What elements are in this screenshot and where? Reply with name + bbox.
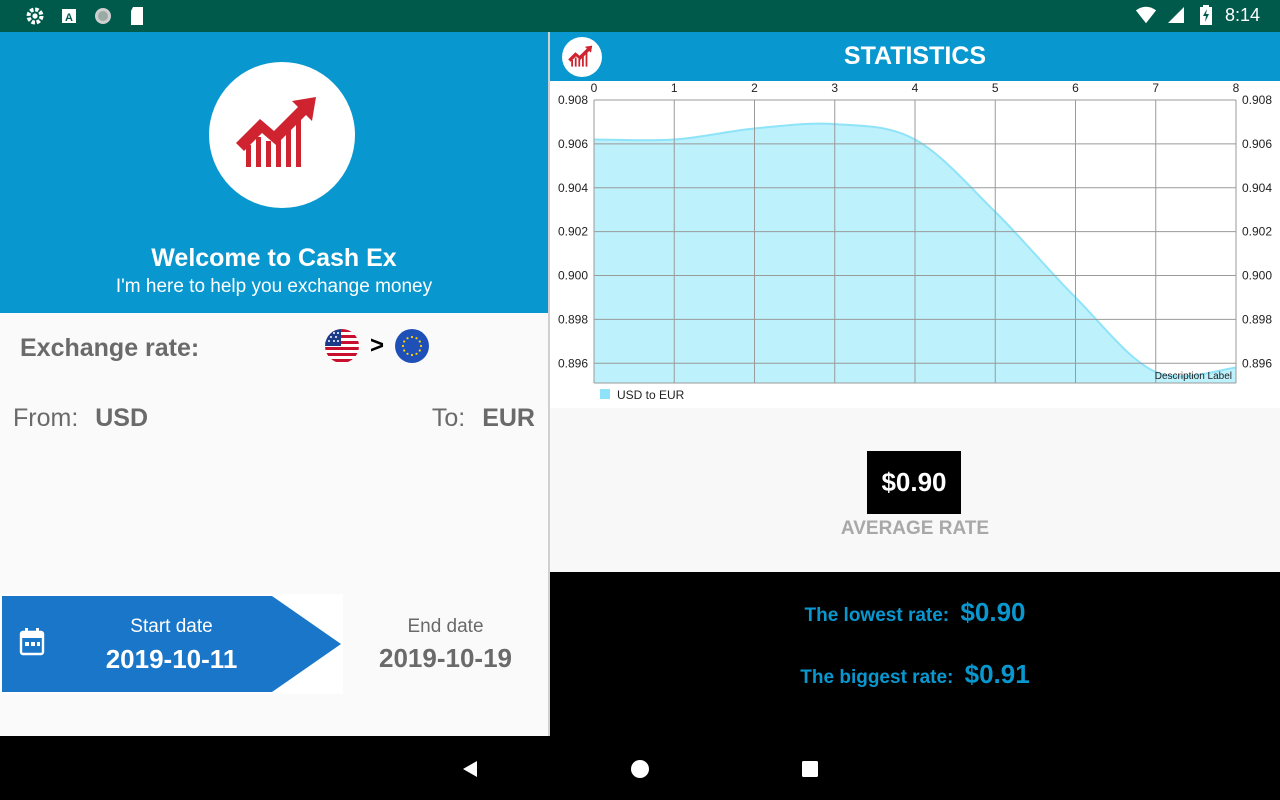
- to-currency[interactable]: EUR: [482, 404, 535, 432]
- lowest-rate-value: $0.90: [960, 597, 1026, 627]
- exchange-panel: Welcome to Cash Ex I'm here to help you …: [0, 32, 548, 736]
- x-tick-label: 0: [591, 81, 598, 95]
- y-tick-label-right: 0.906: [1242, 137, 1272, 151]
- from-currency[interactable]: USD: [95, 404, 148, 432]
- rate-chart: 0 1 2 3 4 5 6 7 8 0.908 0.908 0.906 0.906 0.904 0.904 0…: [550, 81, 1280, 408]
- biggest-rate-label: The biggest rate:: [800, 667, 954, 688]
- x-tick-label: 5: [992, 81, 999, 95]
- y-tick-label-right: 0.900: [1242, 269, 1272, 283]
- recents-icon[interactable]: [799, 758, 821, 780]
- y-tick-label-left: 0.896: [558, 356, 588, 370]
- y-tick-label-right: 0.904: [1242, 181, 1272, 195]
- font-a-icon: A: [58, 5, 80, 27]
- biggest-rate-row: The biggest rate: $0.91: [550, 659, 1280, 690]
- eu-flag-icon[interactable]: [395, 329, 429, 363]
- signal-icon: [1165, 4, 1187, 26]
- statistics-panel: STATISTICS 0 1 2 3 4 5 6 7 8 0.908 0.908 0.906 0.906…: [550, 32, 1280, 736]
- end-date-label[interactable]: End date: [343, 616, 548, 638]
- rate-chart-svg: 0 1 2 3 4 5 6 7 80.908 0.9080.906 0.9060.904 0.9040…: [558, 81, 1272, 402]
- x-tick-label: 1: [671, 81, 678, 95]
- y-tick-label-right: 0.902: [1242, 225, 1272, 239]
- home-icon[interactable]: [629, 758, 651, 780]
- welcome-subtitle: I'm here to help you exchange money: [115, 276, 433, 297]
- statistics-title: STATISTICS: [843, 42, 987, 70]
- legend-label: USD to EUR: [617, 388, 685, 402]
- start-date-button[interactable]: Start date 2019-10-11: [0, 594, 343, 694]
- battery-charging-icon: [1195, 4, 1217, 26]
- start-date-label: Start date: [130, 616, 213, 637]
- y-tick-label-left: 0.902: [558, 225, 588, 239]
- end-date-value[interactable]: 2019-10-19: [343, 643, 548, 674]
- chart-description-label: Description Label: [1155, 371, 1232, 382]
- legend-swatch: [600, 389, 610, 399]
- status-bar: A 8:14: [0, 0, 1280, 32]
- back-icon[interactable]: [459, 758, 481, 780]
- svg-text:A: A: [65, 12, 73, 24]
- welcome-title: Welcome to Cash Ex: [151, 244, 397, 272]
- lowest-rate-row: The lowest rate: $0.90: [550, 597, 1280, 628]
- app-logo: [209, 62, 355, 208]
- clock: 8:14: [1224, 4, 1260, 25]
- y-tick-label-left: 0.898: [558, 312, 588, 326]
- growth-chart-icon: [236, 97, 316, 167]
- navigation-bar: [0, 736, 1280, 800]
- sync-circle-icon: [92, 5, 114, 27]
- y-tick-label-left: 0.904: [558, 181, 588, 195]
- statistics-header: STATISTICS: [550, 32, 1280, 81]
- y-tick-label-right: 0.908: [1242, 93, 1272, 107]
- chevron-right-icon: >: [369, 332, 384, 359]
- currency-pair[interactable]: >: [325, 329, 429, 363]
- x-tick-label: 3: [831, 81, 838, 95]
- sd-card-icon: [126, 5, 148, 27]
- x-tick-label: 2: [751, 81, 758, 95]
- from-currency-row[interactable]: From: USD: [13, 404, 148, 433]
- us-flag-icon[interactable]: [325, 329, 359, 363]
- from-label: From:: [13, 404, 79, 432]
- biggest-rate-value: $0.91: [964, 659, 1030, 689]
- wifi-icon: [1135, 4, 1157, 26]
- y-tick-label-left: 0.906: [558, 137, 588, 151]
- average-rate-value: $0.90: [867, 451, 961, 514]
- start-date-value: 2019-10-11: [105, 644, 238, 674]
- average-section: $0.90 AVERAGE RATE: [550, 408, 1280, 572]
- x-tick-label: 7: [1152, 81, 1159, 95]
- lowest-rate-label: The lowest rate:: [804, 605, 950, 626]
- x-tick-label: 6: [1072, 81, 1079, 95]
- to-currency-row[interactable]: To: EUR: [432, 404, 535, 433]
- to-label: To:: [431, 404, 466, 432]
- y-tick-label-left: 0.908: [558, 93, 588, 107]
- exchange-rate-label: Exchange rate:: [20, 334, 200, 362]
- settings-icon: [24, 5, 46, 27]
- y-tick-label-right: 0.898: [1242, 312, 1272, 326]
- y-tick-label-right: 0.896: [1242, 356, 1272, 370]
- average-rate-label: AVERAGE RATE: [840, 518, 990, 539]
- x-tick-label: 8: [1233, 81, 1240, 95]
- x-tick-label: 4: [912, 81, 919, 95]
- y-tick-label-left: 0.900: [558, 269, 588, 283]
- welcome-header: Welcome to Cash Ex I'm here to help you …: [0, 32, 548, 313]
